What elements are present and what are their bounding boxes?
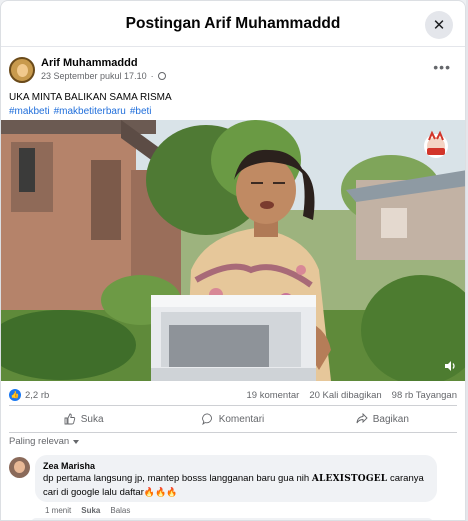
commenter-avatar[interactable]	[9, 457, 30, 478]
share-label: Bagikan	[372, 413, 409, 425]
comment-brand-text: ALEXISTOGEL	[311, 474, 388, 484]
post-header: Arif Muhammaddd 23 September pukul 17.10…	[1, 47, 465, 85]
thumbs-up-icon	[64, 413, 75, 425]
comment-sort-dropdown[interactable]: Paling relevan	[9, 436, 80, 447]
volume-icon[interactable]	[443, 359, 457, 373]
hashtags: #makbeti #makbetiterbaru #beti	[9, 105, 457, 119]
close-icon: ✕	[432, 17, 446, 34]
divider	[9, 432, 457, 433]
comment-reply-button[interactable]: Balas	[110, 506, 130, 515]
comment-bubble: Zea Marisha dp pertama langsung jp, mant…	[35, 455, 437, 502]
comment-meta: 1 menit Suka Balas	[45, 506, 130, 515]
more-icon[interactable]: •••	[433, 59, 451, 75]
post-stats: 👍 2,2 rb 19 komentar 20 Kali dibagikan 9…	[9, 387, 457, 403]
hashtag-link[interactable]: #makbetiterbaru	[54, 106, 126, 117]
commenter-name[interactable]: Zea Marisha	[43, 460, 429, 472]
like-reaction-icon: 👍	[9, 389, 21, 401]
fire-emoji: 🔥🔥🔥	[143, 487, 178, 497]
view-count: 98 rb Tayangan	[391, 389, 457, 401]
post-modal: Postingan Arif Muhammaddd ✕ Arif Muhamma…	[0, 0, 466, 521]
comment-button[interactable]: Komentari	[158, 406, 307, 432]
video-frame	[1, 120, 465, 381]
post-timestamp[interactable]: 23 September pukul 17.10	[41, 70, 147, 82]
share-icon	[356, 413, 368, 424]
comment-icon	[201, 413, 212, 425]
reaction-count[interactable]: 2,2 rb	[25, 390, 49, 401]
video-player[interactable]	[1, 120, 465, 381]
like-button[interactable]: Suka	[9, 406, 158, 432]
channel-sticker-icon	[424, 130, 448, 158]
comment-label: Komentari	[218, 413, 265, 425]
comment-text-part: dp pertama langsung jp, mantep bosss lan…	[43, 473, 312, 484]
action-bar: Suka Komentari Bagikan	[9, 406, 457, 432]
post-body: UKA MINTA BALIKAN SAMA RISMA	[9, 92, 172, 103]
author-avatar[interactable]	[9, 56, 35, 83]
post-text: UKA MINTA BALIKAN SAMA RISMA #makbeti #ma…	[1, 85, 465, 119]
close-button[interactable]: ✕	[425, 11, 453, 39]
share-button[interactable]: Bagikan	[308, 406, 457, 432]
author-name[interactable]: Arif Muhammaddd	[41, 57, 166, 70]
hashtag-link[interactable]: #beti	[130, 106, 152, 117]
comment-like-button[interactable]: Suka	[81, 506, 100, 515]
comment-text: dp pertama langsung jp, mantep bosss lan…	[43, 472, 429, 499]
comment-count[interactable]: 19 komentar	[247, 390, 300, 401]
modal-title: Postingan Arif Muhammaddd	[125, 14, 341, 32]
globe-icon	[157, 72, 166, 80]
hashtag-link[interactable]: #makbeti	[9, 106, 50, 117]
like-label: Suka	[80, 413, 104, 425]
chevron-down-icon	[73, 439, 80, 444]
share-count[interactable]: 20 Kali dibagikan	[309, 390, 381, 401]
modal-header: Postingan Arif Muhammaddd ✕	[1, 1, 465, 47]
sort-label: Paling relevan	[9, 436, 70, 447]
comment-time[interactable]: 1 menit	[45, 506, 71, 515]
